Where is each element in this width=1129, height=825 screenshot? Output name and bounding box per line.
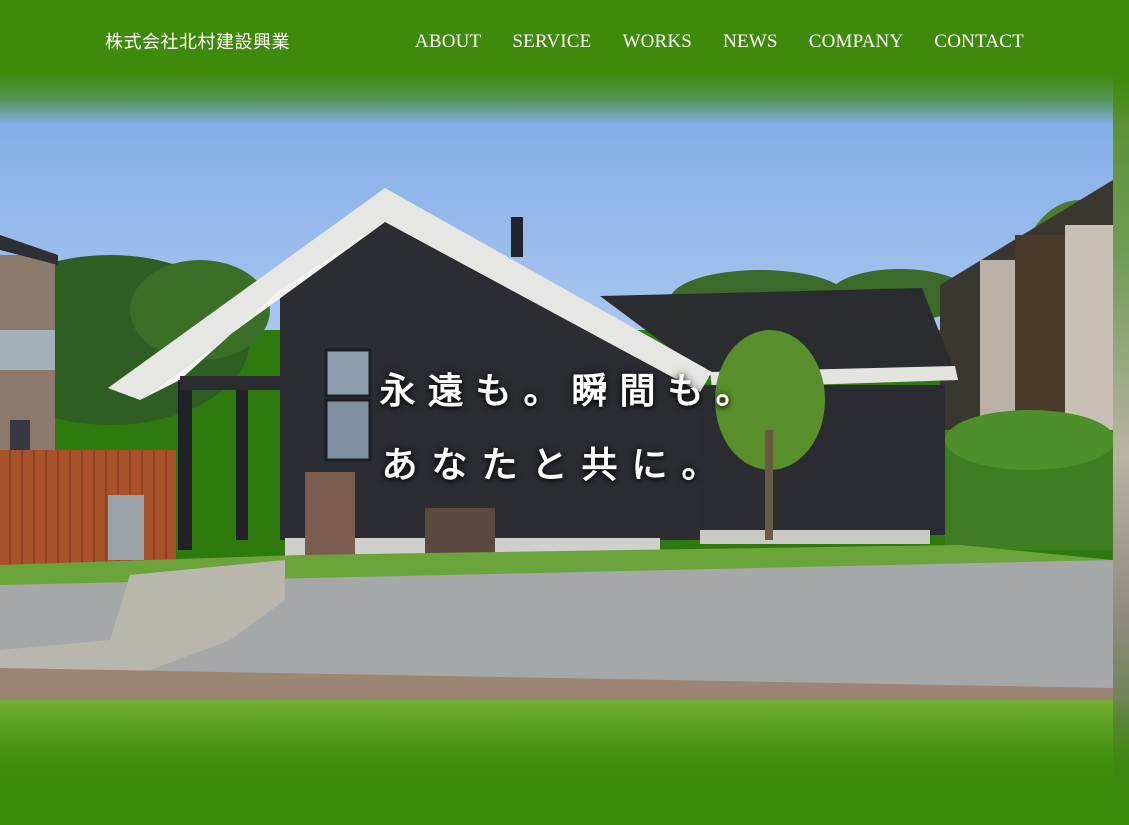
nav-service[interactable]: SERVICE xyxy=(512,31,591,53)
nav-works[interactable]: WORKS xyxy=(622,31,692,53)
hero-tagline-line2: あなたと共に。 xyxy=(381,444,732,486)
site-logo[interactable]: 株式会社北村建設興業 xyxy=(105,28,290,54)
hero-tagline-line1: 永遠も。瞬間も。 xyxy=(379,370,764,412)
nav-contact[interactable]: CONTACT xyxy=(934,31,1024,53)
nav-company[interactable]: COMPANY xyxy=(809,31,904,53)
main-nav: ABOUT SERVICE WORKS NEWS COMPANY CONTACT xyxy=(415,31,1024,53)
header-gradient xyxy=(0,0,1129,125)
nav-about[interactable]: ABOUT xyxy=(415,31,481,53)
footer-gradient xyxy=(0,695,1129,825)
nav-news[interactable]: NEWS xyxy=(723,31,778,53)
